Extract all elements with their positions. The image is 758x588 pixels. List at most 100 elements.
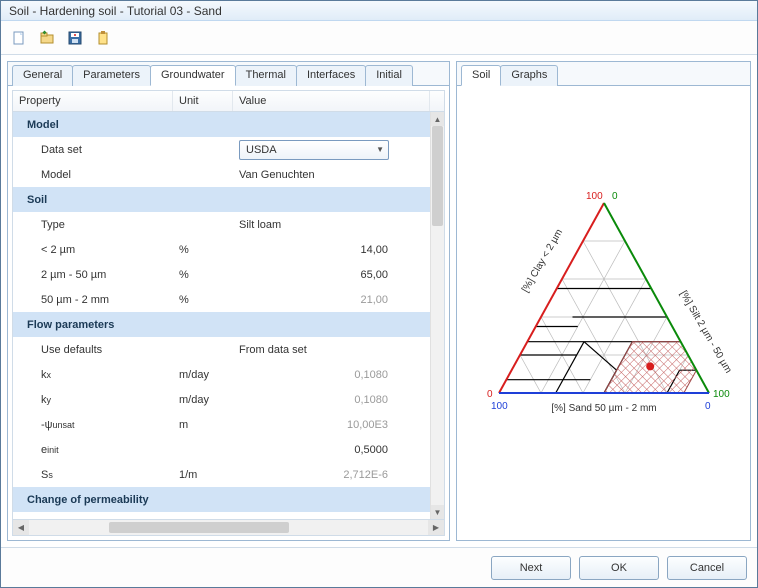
scroll-up-icon[interactable]: ▲ bbox=[431, 112, 444, 126]
col-property[interactable]: Property bbox=[13, 91, 173, 111]
col-value[interactable]: Value bbox=[233, 91, 430, 111]
new-icon bbox=[11, 30, 27, 46]
unit-2-50um: % bbox=[173, 262, 233, 287]
chevron-down-icon: ▼ bbox=[376, 145, 384, 154]
row-50um-2mm: 50 µm - 2 mm % 21,00 bbox=[13, 287, 430, 312]
section-perm[interactable]: Change of permeability bbox=[13, 487, 430, 512]
svg-text:100: 100 bbox=[491, 401, 508, 412]
value-2-50um[interactable]: 65,00 bbox=[233, 262, 416, 287]
window-title: Soil - Hardening soil - Tutorial 03 - Sa… bbox=[9, 4, 222, 18]
title-bar[interactable]: Soil - Hardening soil - Tutorial 03 - Sa… bbox=[1, 1, 757, 21]
ok-button[interactable]: OK bbox=[579, 556, 659, 580]
section-soil[interactable]: Soil bbox=[13, 187, 430, 212]
row-2-50um: 2 µm - 50 µm % 65,00 bbox=[13, 262, 430, 287]
unit-einit bbox=[173, 437, 233, 462]
value-type[interactable]: Silt loam bbox=[233, 212, 416, 237]
unit-kx: m/day bbox=[173, 362, 233, 387]
svg-text:0: 0 bbox=[705, 401, 711, 412]
tab-soil-chart[interactable]: Soil bbox=[461, 65, 501, 86]
grid-header: Property Unit Value bbox=[12, 90, 445, 112]
toolbar bbox=[1, 21, 757, 55]
tab-interfaces[interactable]: Interfaces bbox=[296, 65, 366, 86]
row-model: Model Van Genuchten bbox=[13, 162, 430, 187]
label-psi-unsat: -ψunsat bbox=[13, 412, 173, 437]
ternary-chart[interactable]: 100001001000[%] Clay < 2 µm[%] Silt 2 µm… bbox=[457, 86, 750, 540]
row-ss: Ss 1/m 2,712E-6 bbox=[13, 462, 430, 487]
hscroll-thumb[interactable] bbox=[109, 522, 289, 533]
value-kx: 0,1080 bbox=[233, 362, 416, 387]
open-icon bbox=[39, 30, 55, 46]
chart-panel: Soil Graphs 100001001000[%] Clay < 2 µm[… bbox=[456, 61, 751, 541]
value-use-defaults[interactable]: From data set bbox=[233, 337, 416, 362]
tab-general[interactable]: General bbox=[12, 65, 73, 86]
row-psi-unsat: -ψunsat m 10,00E3 bbox=[13, 412, 430, 437]
label-2-50um: 2 µm - 50 µm bbox=[13, 262, 173, 287]
scroll-thumb[interactable] bbox=[432, 126, 443, 226]
unit-psi-unsat: m bbox=[173, 412, 233, 437]
value-psi-unsat: 10,00E3 bbox=[233, 412, 416, 437]
data-set-dropdown[interactable]: USDA ▼ bbox=[239, 140, 389, 160]
label-ss: Ss bbox=[13, 462, 173, 487]
toolbar-save[interactable] bbox=[63, 26, 87, 50]
unit-ky: m/day bbox=[173, 387, 233, 412]
row-lt2um: < 2 µm % 14,00 bbox=[13, 237, 430, 262]
label-einit: einit bbox=[13, 437, 173, 462]
value-model[interactable]: Van Genuchten bbox=[233, 162, 416, 187]
section-flow[interactable]: Flow parameters bbox=[13, 312, 430, 337]
row-use-defaults: Use defaults From data set bbox=[13, 337, 430, 362]
vertical-scrollbar[interactable]: ▲ ▼ bbox=[430, 112, 444, 519]
label-50um-2mm: 50 µm - 2 mm bbox=[13, 287, 173, 312]
toolbar-new[interactable] bbox=[7, 26, 31, 50]
dialog-footer: Next OK Cancel bbox=[1, 547, 757, 587]
tab-graphs[interactable]: Graphs bbox=[500, 65, 558, 86]
right-tabs: Soil Graphs bbox=[457, 62, 750, 86]
svg-text:100: 100 bbox=[713, 389, 730, 400]
properties-panel: General Parameters Groundwater Thermal I… bbox=[7, 61, 450, 541]
data-set-value: USDA bbox=[246, 144, 277, 156]
toolbar-open[interactable] bbox=[35, 26, 59, 50]
label-kx: kx bbox=[13, 362, 173, 387]
svg-text:[%] Sand 50 µm - 2 mm: [%] Sand 50 µm - 2 mm bbox=[551, 403, 656, 414]
col-scroll-gap bbox=[430, 91, 444, 111]
property-grid: Property Unit Value Model Data set bbox=[8, 86, 449, 540]
row-kx: kx m/day 0,1080 bbox=[13, 362, 430, 387]
tab-parameters[interactable]: Parameters bbox=[72, 65, 151, 86]
save-icon bbox=[67, 30, 83, 46]
toolbar-clipboard[interactable] bbox=[91, 26, 115, 50]
scroll-left-icon[interactable]: ◀ bbox=[13, 520, 29, 535]
row-type: Type Silt loam bbox=[13, 212, 430, 237]
value-ky: 0,1080 bbox=[233, 387, 416, 412]
value-50um-2mm: 21,00 bbox=[233, 287, 416, 312]
label-model: Model bbox=[13, 162, 173, 187]
cancel-button[interactable]: Cancel bbox=[667, 556, 747, 580]
svg-text:0: 0 bbox=[612, 191, 618, 202]
unit-50um-2mm: % bbox=[173, 287, 233, 312]
next-button[interactable]: Next bbox=[491, 556, 571, 580]
clipboard-icon bbox=[95, 30, 111, 46]
label-lt2um: < 2 µm bbox=[13, 237, 173, 262]
value-ss: 2,712E-6 bbox=[233, 462, 416, 487]
section-model[interactable]: Model bbox=[13, 112, 430, 137]
row-ky: ky m/day 0,1080 bbox=[13, 387, 430, 412]
left-tabs: General Parameters Groundwater Thermal I… bbox=[8, 62, 449, 86]
row-data-set: Data set USDA ▼ bbox=[13, 137, 430, 162]
tab-initial[interactable]: Initial bbox=[365, 65, 413, 86]
tab-groundwater[interactable]: Groundwater bbox=[150, 65, 236, 86]
value-einit[interactable]: 0,5000 bbox=[233, 437, 416, 462]
svg-text:0: 0 bbox=[487, 389, 493, 400]
label-ky: ky bbox=[13, 387, 173, 412]
value-lt2um[interactable]: 14,00 bbox=[233, 237, 416, 262]
label-use-defaults: Use defaults bbox=[13, 337, 173, 362]
col-unit[interactable]: Unit bbox=[173, 91, 233, 111]
dialog-window: Soil - Hardening soil - Tutorial 03 - Sa… bbox=[0, 0, 758, 588]
tab-thermal[interactable]: Thermal bbox=[235, 65, 297, 86]
unit-ss: 1/m bbox=[173, 462, 233, 487]
scroll-right-icon[interactable]: ▶ bbox=[428, 520, 444, 535]
horizontal-scrollbar[interactable]: ◀ ▶ bbox=[12, 520, 445, 536]
svg-text:100: 100 bbox=[586, 191, 603, 202]
scroll-down-icon[interactable]: ▼ bbox=[431, 505, 444, 519]
label-type: Type bbox=[13, 212, 173, 237]
ternary-svg: 100001001000[%] Clay < 2 µm[%] Silt 2 µm… bbox=[464, 173, 744, 453]
row-einit: einit 0,5000 bbox=[13, 437, 430, 462]
unit-lt2um: % bbox=[173, 237, 233, 262]
